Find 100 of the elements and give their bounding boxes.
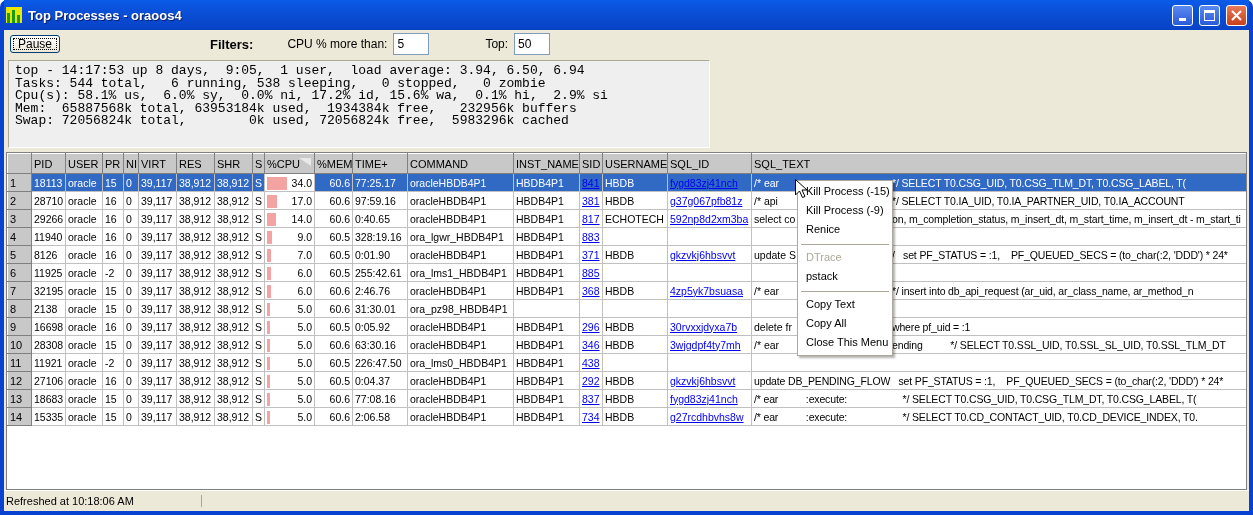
table-cell: 38,912 <box>214 371 253 390</box>
table-cell: HBDB4P1 <box>513 209 580 228</box>
table-cell: 15 <box>102 335 124 354</box>
table-cell: 27106 <box>31 371 66 390</box>
table-cell: oracle <box>65 227 103 246</box>
menu-item[interactable]: Copy All <box>798 315 892 334</box>
table-cell: 38,912 <box>176 407 215 426</box>
table-cell: HBDB4P1 <box>513 173 580 192</box>
summary-line: Tasks: 544 total, 6 running, 538 sleeping, 0 stopped, 0 zombie <box>15 77 547 90</box>
table-cell: 60.6 <box>314 389 353 408</box>
table-cell: 15 <box>102 299 124 318</box>
table-cell: 15 <box>102 389 124 408</box>
cpu-value: 5.0 <box>296 392 312 405</box>
table-cell: S <box>252 191 265 210</box>
cpu-value: 6.0 <box>296 284 312 297</box>
table-cell: 38,912 <box>214 353 253 372</box>
column-header[interactable]: SQL_ID <box>667 153 752 174</box>
table-cell: oracleHBDB4P1 <box>407 245 514 264</box>
table-cell: S <box>252 371 265 390</box>
table-cell: S <box>252 299 265 318</box>
table-cell: 38,912 <box>176 263 215 282</box>
column-header[interactable]: SID <box>579 153 603 174</box>
sql-text: select co <box>754 212 797 225</box>
column-header[interactable]: SQL_TEXT <box>751 153 1246 174</box>
table-cell: oracle <box>65 317 103 336</box>
table-cell: 60.6 <box>314 407 353 426</box>
table-cell: 60.5 <box>314 371 353 390</box>
table-cell: oracleHBDB4P1 <box>407 281 514 300</box>
table-cell: 60.6 <box>314 299 353 318</box>
close-icon <box>1231 9 1242 21</box>
table-cell: 0 <box>123 227 139 246</box>
column-header[interactable]: INST_NAME <box>513 153 580 174</box>
column-header[interactable]: USER <box>65 153 103 174</box>
table-cell: oracleHBDB4P1 <box>407 209 514 228</box>
table-cell: HBDB <box>602 281 668 300</box>
table-cell: 60.5 <box>314 317 353 336</box>
maximize-icon <box>1204 9 1215 21</box>
table-cell: S <box>252 209 265 228</box>
column-header[interactable]: RES <box>176 153 215 174</box>
sql-text: update DB_PENDING_FLOW set PF_STATUS = :1, PF_QUEUED_SECS = (to_char(:2, 'DDD') * 24* <box>754 374 1224 387</box>
table-cell: 39,117 <box>138 281 177 300</box>
column-header[interactable]: COMMAND <box>407 153 514 174</box>
table-cell: 38,912 <box>214 209 253 228</box>
sql-text: /* ear :execute: */ SELECT T0.CD_CONTACT_UID, T0.CD_DEVICE_INDEX, T0. <box>754 410 1198 423</box>
summary-line: Swap: 72056824k total, 0k used, 72056824k free, 5983296k cached <box>15 115 570 128</box>
table-cell: 60.6 <box>314 209 353 228</box>
table-cell: HBDB4P1 <box>513 281 580 300</box>
menu-item[interactable]: Close This Menu <box>798 334 892 353</box>
table-cell: oracle <box>65 407 103 426</box>
top-filter-field[interactable]: 50 <box>514 33 551 55</box>
table-cell: oracle <box>65 245 103 264</box>
table-cell: 15 <box>102 407 124 426</box>
sql-text: /* api <box>754 194 779 207</box>
table-cell: 38,912 <box>176 191 215 210</box>
table-cell <box>602 353 668 372</box>
table-cell: 255:42.61 <box>352 263 408 282</box>
column-header[interactable]: SHR <box>214 153 253 174</box>
table-cell: 60.5 <box>314 263 353 282</box>
maximize-button[interactable] <box>1199 4 1220 26</box>
table-cell: 39,117 <box>138 173 177 192</box>
column-header[interactable]: PR <box>102 153 124 174</box>
table-cell: 38,912 <box>176 299 215 318</box>
cpu-filter-field[interactable]: 5 <box>393 33 430 55</box>
column-header[interactable]: %CPU <box>264 153 315 174</box>
column-header[interactable]: VIRT <box>138 153 177 174</box>
table-cell: oracle <box>65 281 103 300</box>
table-cell: 0 <box>123 173 139 192</box>
table-cell: 0:04.37 <box>352 371 408 390</box>
table-cell: S <box>252 389 265 408</box>
table-cell: 60.6 <box>314 173 353 192</box>
table-cell: 38,912 <box>214 407 253 426</box>
close-button[interactable] <box>1226 4 1247 26</box>
sql-text: where pf_uid = :1 <box>892 320 971 333</box>
table-cell: 0:05.92 <box>352 317 408 336</box>
cpu-value: 5.0 <box>296 338 312 351</box>
table-cell: 15335 <box>31 407 66 426</box>
table-cell: S <box>252 173 265 192</box>
table-cell: 77:25.17 <box>352 173 408 192</box>
table-cell: HBDB4P1 <box>513 317 580 336</box>
table-cell: 0 <box>123 263 139 282</box>
cpu-value: 5.0 <box>296 302 312 315</box>
pause-button[interactable]: Pause <box>10 35 61 53</box>
minimize-icon <box>1179 17 1186 21</box>
column-header[interactable]: TIME+ <box>352 153 408 174</box>
table-cell: oracleHBDB4P1 <box>407 191 514 210</box>
column-header[interactable]: %MEM <box>314 153 353 174</box>
table-cell: 39,117 <box>138 209 177 228</box>
column-header[interactable]: USERNAME <box>602 153 668 174</box>
table-cell: 2138 <box>31 299 66 318</box>
table-cell: 38,912 <box>214 335 253 354</box>
table-cell: 97:59.16 <box>352 191 408 210</box>
table-cell: 38,912 <box>176 353 215 372</box>
table-cell: 38,912 <box>214 191 253 210</box>
table-cell: HBDB <box>602 371 668 390</box>
table-cell: 38,912 <box>176 371 215 390</box>
summary-line: Cpu(s): 58.1% us, 6.0% sy, 0.0% ni, 17.2% id, 15.6% wa, 0.1% hi, 2.9% si <box>15 90 609 103</box>
table-cell: 77:08.16 <box>352 389 408 408</box>
column-header[interactable]: PID <box>31 153 66 174</box>
minimize-button[interactable] <box>1172 4 1193 26</box>
table-cell: 39,117 <box>138 407 177 426</box>
